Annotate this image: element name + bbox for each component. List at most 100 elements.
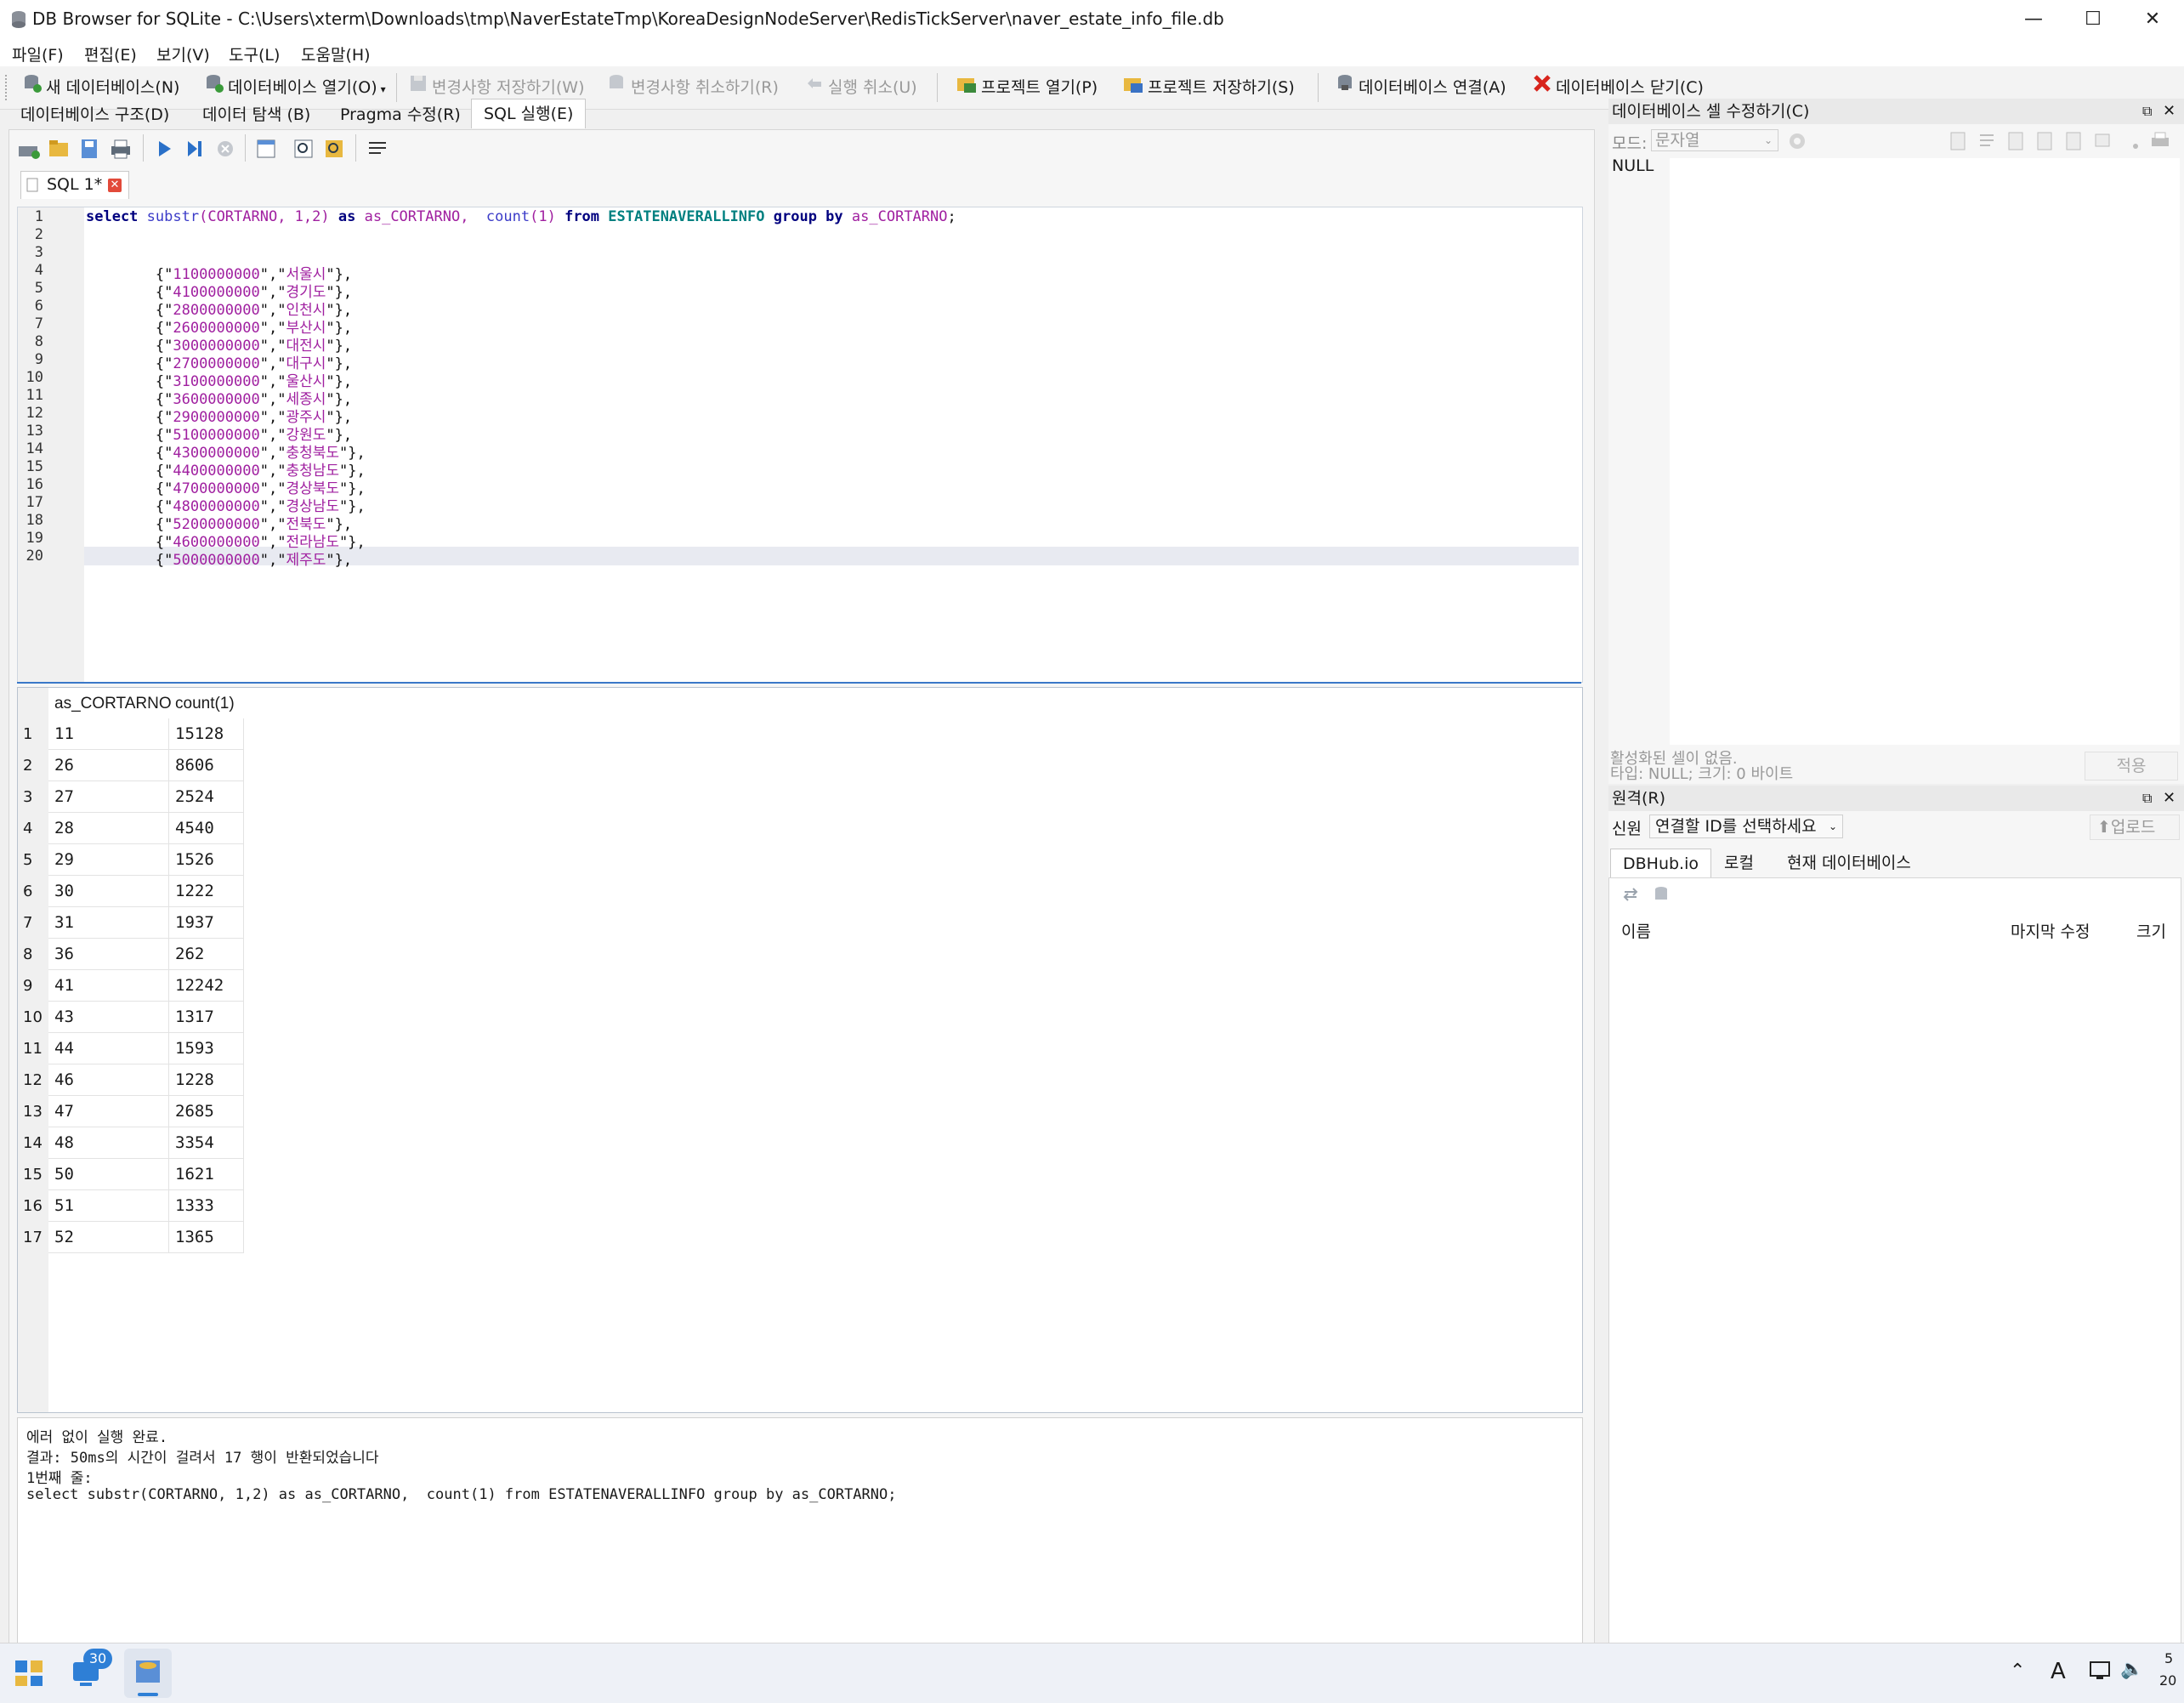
table-cell-count[interactable]: 1228: [169, 1064, 244, 1096]
row-number[interactable]: 10: [18, 1002, 48, 1033]
network-icon[interactable]: [2088, 1659, 2112, 1687]
column-header-name[interactable]: 이름: [1621, 917, 1651, 946]
close-window-button[interactable]: ✕: [2123, 0, 2182, 39]
table-cell-as-cortarno[interactable]: 27: [48, 781, 169, 813]
menu-view[interactable]: 보기(V): [156, 43, 210, 65]
table-cell-count[interactable]: 1621: [169, 1159, 244, 1190]
table-cell-count[interactable]: 2685: [169, 1096, 244, 1127]
auto-format-icon[interactable]: [1787, 131, 1807, 156]
table-cell-count[interactable]: 1937: [169, 907, 244, 939]
row-number[interactable]: 4: [18, 813, 48, 844]
ime-indicator[interactable]: A: [2051, 1659, 2066, 1684]
table-cell-as-cortarno[interactable]: 11: [48, 718, 169, 750]
table-cell-count[interactable]: 1365: [169, 1222, 244, 1253]
minimize-button[interactable]: —: [2004, 0, 2063, 39]
row-number[interactable]: 12: [18, 1064, 48, 1096]
table-cell-as-cortarno[interactable]: 41: [48, 970, 169, 1002]
tab-execute-sql[interactable]: SQL 실행(E): [471, 99, 587, 128]
table-cell-as-cortarno[interactable]: 46: [48, 1064, 169, 1096]
column-header-last-modified[interactable]: 마지막 수정: [2011, 917, 2090, 946]
tab-browse-data[interactable]: 데이터 탐색 (B): [190, 100, 322, 129]
column-header-count[interactable]: count(1): [169, 688, 244, 719]
print-cell-icon[interactable]: [2149, 131, 2171, 156]
close-dock-icon[interactable]: ✕: [2163, 786, 2175, 811]
column-header-size[interactable]: 크기: [2136, 917, 2166, 946]
table-cell-count[interactable]: 12242: [169, 970, 244, 1002]
clock-time[interactable]: 5: [2164, 1650, 2173, 1666]
row-number[interactable]: 16: [18, 1190, 48, 1222]
row-number[interactable]: 3: [18, 781, 48, 813]
tab-current-database[interactable]: 현재 데이터베이스: [1775, 849, 1923, 877]
identity-select[interactable]: 연결할 ID를 선택하세요 ⌄: [1649, 815, 1843, 838]
table-cell-count[interactable]: 15128: [169, 718, 244, 750]
open-tab-icon[interactable]: [17, 139, 41, 164]
table-cell-count[interactable]: 8606: [169, 750, 244, 781]
table-cell-as-cortarno[interactable]: 26: [48, 750, 169, 781]
table-cell-count[interactable]: 262: [169, 939, 244, 970]
table-cell-as-cortarno[interactable]: 52: [48, 1222, 169, 1253]
table-cell-count[interactable]: 1526: [169, 844, 244, 876]
table-cell-as-cortarno[interactable]: 36: [48, 939, 169, 970]
menu-file[interactable]: 파일(F): [12, 43, 64, 65]
dropdown-arrow-icon[interactable]: ▾: [381, 83, 386, 95]
float-dock-icon[interactable]: ⧉: [2142, 786, 2152, 811]
set-null-icon[interactable]: [2064, 131, 2083, 156]
table-cell-count[interactable]: 3354: [169, 1127, 244, 1159]
table-cell-count[interactable]: 1593: [169, 1033, 244, 1064]
row-number[interactable]: 15: [18, 1159, 48, 1190]
sql-editor-tab[interactable]: SQL 1* ✕: [20, 171, 129, 199]
splitter-handle[interactable]: [17, 682, 1581, 684]
save-results-icon[interactable]: [255, 138, 277, 164]
table-cell-as-cortarno[interactable]: 50: [48, 1159, 169, 1190]
open-external-icon[interactable]: [2035, 131, 2054, 156]
clock-date[interactable]: 20: [2159, 1672, 2176, 1689]
sql-editor[interactable]: 1 2 3 4 5 6 7 8 9 10 11 12 13 14 15 16 17 18 19 20 select s…: [17, 207, 1583, 683]
export-icon[interactable]: [2006, 131, 2025, 156]
table-cell-count[interactable]: 2524: [169, 781, 244, 813]
row-number[interactable]: 14: [18, 1127, 48, 1159]
maximize-button[interactable]: ☐: [2063, 0, 2123, 39]
execute-all-icon[interactable]: [155, 139, 173, 162]
refresh-icon[interactable]: [1621, 885, 1640, 908]
table-cell-as-cortarno[interactable]: 43: [48, 1002, 169, 1033]
save-sql-file-icon[interactable]: [78, 138, 100, 164]
find-replace-icon[interactable]: [323, 138, 345, 164]
table-cell-count[interactable]: 1317: [169, 1002, 244, 1033]
table-cell-count[interactable]: 1222: [169, 876, 244, 907]
table-cell-as-cortarno[interactable]: 44: [48, 1033, 169, 1064]
print-icon[interactable]: [109, 138, 133, 164]
upload-button[interactable]: ⬆업로드: [2090, 815, 2180, 840]
chevron-up-icon[interactable]: ⌃: [2010, 1660, 2025, 1682]
close-dock-icon[interactable]: ✕: [2163, 99, 2175, 124]
table-cell-as-cortarno[interactable]: 30: [48, 876, 169, 907]
row-number[interactable]: 7: [18, 907, 48, 939]
table-cell-count[interactable]: 1333: [169, 1190, 244, 1222]
open-sql-file-icon[interactable]: [48, 138, 70, 164]
table-cell-as-cortarno[interactable]: 31: [48, 907, 169, 939]
table-cell-as-cortarno[interactable]: 48: [48, 1127, 169, 1159]
table-cell-as-cortarno[interactable]: 51: [48, 1190, 169, 1222]
execute-line-icon[interactable]: [185, 139, 204, 162]
column-header-as-cortarno[interactable]: as_CORTARNO: [48, 688, 172, 719]
db-browser-taskbar-button[interactable]: [124, 1649, 172, 1698]
apply-button[interactable]: 적용: [2085, 752, 2178, 781]
find-icon[interactable]: [292, 138, 315, 164]
tab-edit-pragmas[interactable]: Pragma 수정(R): [328, 100, 473, 129]
tab-local[interactable]: 로컬: [1712, 849, 1766, 877]
table-cell-count[interactable]: 4540: [169, 813, 244, 844]
row-number[interactable]: 13: [18, 1096, 48, 1127]
row-number[interactable]: 1: [18, 718, 48, 750]
volume-icon[interactable]: 🔈: [2120, 1659, 2143, 1680]
comment-lines-icon[interactable]: [367, 139, 388, 162]
close-tab-icon[interactable]: ✕: [108, 179, 122, 192]
clone-icon[interactable]: [1652, 885, 1671, 908]
row-number[interactable]: 9: [18, 970, 48, 1002]
float-dock-icon[interactable]: ⧉: [2142, 99, 2152, 124]
table-cell-as-cortarno[interactable]: 47: [48, 1096, 169, 1127]
cell-editor[interactable]: [1670, 158, 2180, 745]
table-cell-as-cortarno[interactable]: 28: [48, 813, 169, 844]
eval-icon[interactable]: [2122, 131, 2141, 156]
mode-select[interactable]: 문자열 ⌄: [1651, 129, 1778, 151]
menu-help[interactable]: 도움말(H): [301, 43, 371, 65]
row-number[interactable]: 11: [18, 1033, 48, 1064]
